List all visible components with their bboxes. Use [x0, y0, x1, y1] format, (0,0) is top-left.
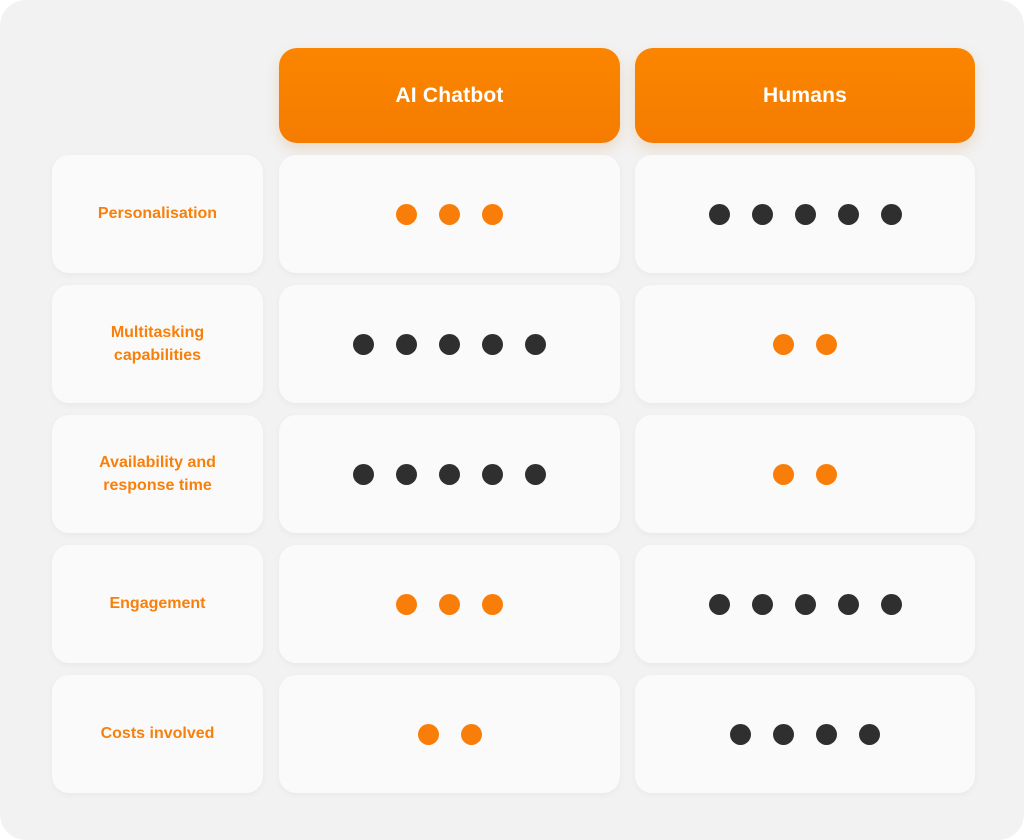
rating-dot-icon — [353, 463, 374, 485]
rating-dot-icon — [751, 593, 773, 615]
rating-cell-ai-chatbot — [279, 545, 620, 663]
rating-dots — [708, 203, 902, 225]
rating-dot-icon — [730, 723, 751, 745]
rating-cell-humans — [635, 285, 975, 403]
row-label-cell: Multitasking capabilities — [52, 285, 263, 403]
rating-dots — [396, 203, 503, 225]
rating-dots — [353, 463, 546, 485]
rating-dot-icon — [396, 203, 417, 225]
rating-dot-icon — [837, 203, 859, 225]
column-header-ai-chatbot[interactable]: AI Chatbot — [279, 48, 620, 143]
row-label-cell: Engagement — [52, 545, 263, 663]
row-gap — [52, 663, 975, 675]
rating-dot-icon — [439, 593, 460, 615]
comparison-table-panel: AI Chatbot Humans Personalisation Multita… — [0, 0, 1024, 840]
rating-dot-icon — [816, 463, 837, 485]
rating-dot-icon — [525, 463, 546, 485]
rating-dot-icon — [353, 333, 374, 355]
rating-dot-icon — [396, 463, 417, 485]
rating-cell-ai-chatbot — [279, 285, 620, 403]
row-label-text: Engagement — [109, 595, 206, 613]
rating-cell-ai-chatbot — [279, 415, 620, 533]
rating-dots — [396, 593, 503, 615]
rating-dot-icon — [482, 333, 503, 355]
row-label-text: Personalisation — [97, 205, 218, 223]
rating-dot-icon — [773, 723, 794, 745]
rating-dot-icon — [708, 203, 730, 225]
column-header-humans[interactable]: Humans — [635, 48, 975, 143]
row-gap — [52, 533, 975, 545]
rating-dot-icon — [773, 333, 794, 355]
rating-dots — [353, 333, 546, 355]
rating-dot-icon — [460, 723, 482, 745]
rating-cell-ai-chatbot — [279, 155, 620, 273]
rating-dot-icon — [880, 593, 902, 615]
rating-dot-icon — [859, 723, 880, 745]
rating-dots — [708, 593, 902, 615]
rating-dot-icon — [439, 463, 460, 485]
row-label-text: Costs involved — [100, 725, 215, 743]
rating-cell-humans — [635, 415, 975, 533]
comparison-grid: AI Chatbot Humans Personalisation Multita… — [52, 48, 975, 793]
row-label-text: Multitasking capabilities — [110, 323, 205, 364]
rating-dot-icon — [773, 463, 794, 485]
rating-dots — [773, 333, 837, 355]
rating-cell-humans — [635, 675, 975, 793]
header-corner-spacer — [52, 48, 263, 143]
row-gap — [52, 403, 975, 415]
row-label-cell: Costs involved — [52, 675, 263, 793]
rating-dot-icon — [482, 593, 503, 615]
rating-dot-icon — [439, 203, 460, 225]
column-header-ai-chatbot-label: AI Chatbot — [395, 84, 504, 107]
rating-dot-icon — [880, 203, 902, 225]
rating-dot-icon — [482, 203, 503, 225]
rating-dot-icon — [794, 203, 816, 225]
column-header-humans-label: Humans — [762, 84, 848, 107]
rating-dot-icon — [417, 723, 439, 745]
rating-dot-icon — [816, 333, 837, 355]
rating-dot-icon — [525, 333, 546, 355]
rating-dot-icon — [837, 593, 859, 615]
rating-dot-icon — [396, 593, 417, 615]
rating-dot-icon — [816, 723, 837, 745]
rating-dots — [730, 723, 880, 745]
row-gap — [52, 273, 975, 285]
rating-dot-icon — [396, 333, 417, 355]
rating-cell-ai-chatbot — [279, 675, 620, 793]
rating-cell-humans — [635, 545, 975, 663]
rating-cell-humans — [635, 155, 975, 273]
rating-dot-icon — [794, 593, 816, 615]
row-label-cell: Personalisation — [52, 155, 263, 273]
rating-dots — [773, 463, 837, 485]
header-row-gap — [52, 143, 975, 155]
row-label-cell: Availability and response time — [52, 415, 263, 533]
rating-dot-icon — [708, 593, 730, 615]
rating-dot-icon — [751, 203, 773, 225]
rating-dot-icon — [482, 463, 503, 485]
rating-dot-icon — [439, 333, 460, 355]
rating-dots — [417, 723, 482, 745]
row-label-text: Availability and response time — [99, 453, 216, 494]
